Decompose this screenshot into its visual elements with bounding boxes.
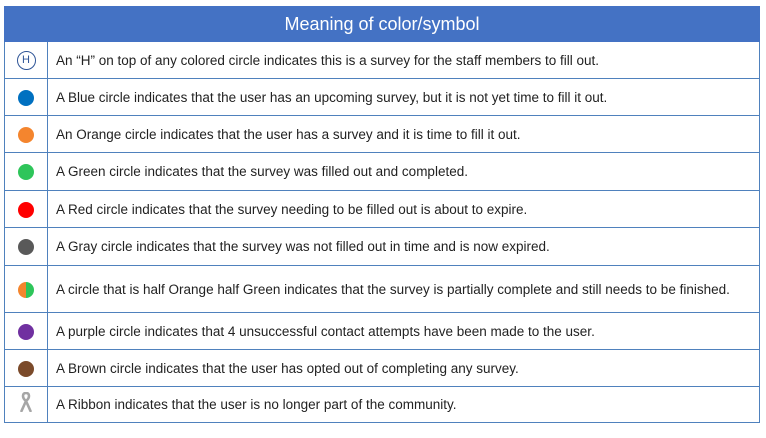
symbol-cell [4, 227, 48, 266]
gray-circle-icon [18, 239, 34, 256]
legend-description: A Brown circle indicates that the user h… [47, 349, 760, 387]
ribbon-icon-shape [20, 391, 32, 413]
legend-description: A purple circle indicates that 4 unsucce… [47, 312, 760, 350]
symbol-cell [4, 115, 48, 153]
legend-row-purple: A purple circle indicates that 4 unsucce… [4, 312, 760, 350]
symbol-cell [4, 190, 48, 228]
symbol-cell [4, 349, 48, 387]
legend-row-brown: A Brown circle indicates that the user h… [4, 349, 760, 387]
ribbon-icon [19, 391, 33, 417]
legend-row-gray: A Gray circle indicates that the survey … [4, 227, 760, 266]
symbol-cell [4, 265, 48, 313]
symbol-cell [4, 312, 48, 350]
purple-circle-icon [18, 323, 34, 340]
legend-row-orange: An Orange circle indicates that the user… [4, 115, 760, 153]
orange-green-half-circle-icon [18, 281, 34, 298]
blue-circle-icon [18, 89, 34, 106]
red-circle-icon [18, 201, 34, 218]
legend-description: A Blue circle indicates that the user ha… [47, 78, 760, 116]
legend-row-blue: A Blue circle indicates that the user ha… [4, 78, 760, 116]
legend-description: An Orange circle indicates that the user… [47, 115, 760, 153]
legend-header-row: Meaning of color/symbol [4, 6, 760, 42]
legend-row-ribbon: A Ribbon indicates that the user is no l… [4, 386, 760, 423]
symbol-legend-table: Meaning of color/symbol H An “H” on top … [4, 6, 760, 423]
symbol-cell [4, 386, 48, 423]
orange-circle-icon [18, 126, 34, 143]
symbol-cell [4, 78, 48, 116]
legend-description: A Gray circle indicates that the survey … [47, 227, 760, 266]
legend-title: Meaning of color/symbol [4, 6, 760, 42]
legend-description: A Red circle indicates that the survey n… [47, 190, 760, 228]
legend-row-h: H An “H” on top of any colored circle in… [4, 41, 760, 79]
legend-row-red: A Red circle indicates that the survey n… [4, 190, 760, 228]
symbol-cell: H [4, 41, 48, 79]
legend-description: A circle that is half Orange half Green … [47, 265, 760, 313]
legend-description: A Ribbon indicates that the user is no l… [47, 386, 760, 423]
legend-row-half: A circle that is half Orange half Green … [4, 265, 760, 313]
legend-description: A Green circle indicates that the survey… [47, 152, 760, 191]
legend-row-green: A Green circle indicates that the survey… [4, 152, 760, 191]
brown-circle-icon [18, 360, 34, 377]
h-circle-icon: H [16, 50, 36, 70]
green-circle-icon [18, 164, 34, 181]
legend-description: An “H” on top of any colored circle indi… [47, 41, 760, 79]
symbol-cell [4, 152, 48, 191]
